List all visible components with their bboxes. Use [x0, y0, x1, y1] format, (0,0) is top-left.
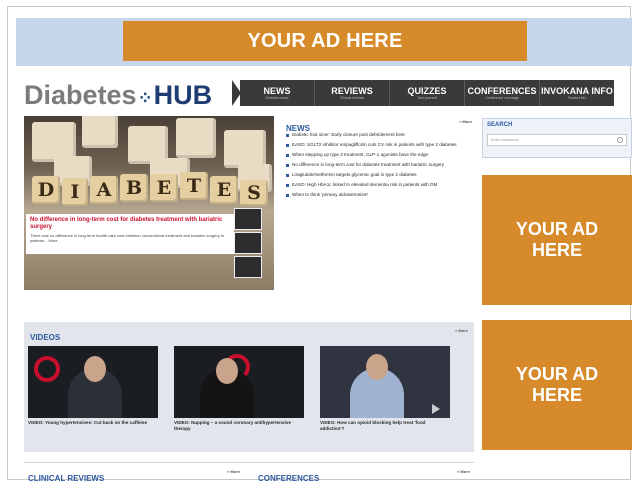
- thumbnail-image[interactable]: [234, 208, 262, 230]
- news-list: Diabetic foot ulcer: Early closure post …: [286, 131, 472, 201]
- logo-text-diabetes: Diabetes: [24, 80, 137, 110]
- nav-sublabel: Conference coverage: [485, 96, 519, 100]
- speaker-head: [366, 354, 388, 380]
- letter-tile: S: [240, 180, 268, 206]
- play-icon[interactable]: [432, 404, 440, 414]
- nav-sublabel: Test yourself: [417, 96, 437, 100]
- site-logo[interactable]: Diabetes ⁘ HUB: [24, 80, 212, 110]
- hero-summary: There was no difference in long-term hea…: [30, 233, 225, 243]
- nav-item-quizzes[interactable]: QUIZZES Test yourself: [390, 80, 465, 106]
- videos-section-header: VIDEOS » More: [30, 327, 468, 342]
- conferences-title: CONFERENCES: [258, 474, 320, 483]
- hero-caption[interactable]: No difference in long-term cost for diab…: [26, 214, 234, 254]
- letter-tile: I: [62, 178, 88, 206]
- thumbnail-image[interactable]: [234, 256, 262, 278]
- news-item[interactable]: No difference in long-term cost for diab…: [286, 161, 472, 168]
- nav-sublabel: Diabetes news: [265, 96, 289, 100]
- video-thumbnail[interactable]: [28, 346, 158, 418]
- nav-item-reviews[interactable]: REVIEWS Clinical reviews: [315, 80, 390, 106]
- search-title: SEARCH: [487, 122, 513, 128]
- letter-tile: B: [120, 174, 148, 202]
- news-section-header: NEWS » More: [286, 118, 472, 133]
- letter-tile: E: [210, 176, 238, 204]
- logo-dots-icon: ⁘: [137, 88, 153, 108]
- video-card[interactable]: VIDEO: How can opioid blocking help trea…: [320, 346, 450, 442]
- logo-text-hub: HUB: [153, 80, 213, 110]
- video-card[interactable]: VIDEO: Young hypertensives: Cut back on …: [28, 346, 158, 442]
- dice-cube-decoration: [176, 118, 216, 158]
- nav-sublabel: Clinical reviews: [339, 96, 365, 100]
- nav-item-invokana-info[interactable]: INVOKANA INFO Product info: [540, 80, 614, 106]
- video-card[interactable]: VIDEO: Napping – a sound coronary antihy…: [174, 346, 304, 442]
- clinical-reviews-title: CLINICAL REVIEWS: [28, 474, 105, 483]
- nav-label: INVOKANA INFO: [541, 86, 613, 96]
- news-more-link[interactable]: » More: [459, 119, 472, 124]
- letter-tile: A: [90, 176, 118, 204]
- clinical-reviews-more-link[interactable]: » More: [227, 469, 240, 474]
- hero-thumbnails: [234, 208, 264, 278]
- speaker-head: [84, 356, 106, 382]
- nav-label: CONFERENCES: [467, 86, 537, 96]
- news-item[interactable]: When stepping up type 2 treatment, GLP-1…: [286, 151, 472, 158]
- video-caption[interactable]: VIDEO: Young hypertensives: Cut back on …: [28, 420, 158, 426]
- divider: [24, 462, 474, 463]
- news-item[interactable]: EASD: SGLT2 inhibitor empagliflozin cuts…: [286, 141, 472, 148]
- video-caption[interactable]: VIDEO: Napping – a sound coronary antihy…: [174, 420, 304, 432]
- heart-logo-icon: [34, 356, 60, 382]
- main-nav: NEWS Diabetes news REVIEWS Clinical revi…: [240, 80, 614, 106]
- thumbnail-image[interactable]: [234, 232, 262, 254]
- nav-label: REVIEWS: [331, 86, 373, 96]
- dice-cube-decoration: [82, 116, 118, 148]
- speaker-head: [216, 358, 238, 384]
- search-input[interactable]: Enter keywords: [487, 134, 627, 146]
- videos-section-title: VIDEOS: [30, 333, 61, 342]
- search-placeholder: Enter keywords: [491, 137, 519, 142]
- videos-more-link[interactable]: » More: [455, 328, 468, 333]
- clinical-reviews-header: CLINICAL REVIEWS » More: [28, 468, 240, 483]
- letter-tile: T: [180, 172, 208, 200]
- side-ad-1[interactable]: YOUR AD HERE: [482, 175, 632, 305]
- video-thumbnail[interactable]: [174, 346, 304, 418]
- letter-tile: E: [150, 174, 178, 202]
- top-ad-banner[interactable]: YOUR AD HERE: [123, 21, 527, 61]
- dice-cube-decoration: [224, 130, 266, 168]
- nav-label: NEWS: [263, 86, 291, 96]
- search-panel: SEARCH Enter keywords: [482, 118, 632, 158]
- news-item[interactable]: Liraglutide/metformin targets glycemic g…: [286, 171, 472, 178]
- nav-item-conferences[interactable]: CONFERENCES Conference coverage: [465, 80, 540, 106]
- letter-tile: D: [32, 176, 60, 204]
- conferences-more-link[interactable]: » More: [457, 469, 470, 474]
- hero-feature[interactable]: D I A B E T E S No difference in long-te…: [24, 116, 274, 290]
- nav-item-news[interactable]: NEWS Diabetes news: [240, 80, 315, 106]
- hero-headline[interactable]: No difference in long-term cost for diab…: [30, 217, 230, 231]
- videos-section: VIDEOS » More VIDEO: Young hypertensives…: [24, 322, 474, 452]
- nav-sublabel: Product info: [567, 96, 587, 100]
- news-item[interactable]: Diabetic foot ulcer: Early closure post …: [286, 131, 472, 138]
- video-thumbnail[interactable]: [320, 346, 450, 418]
- conferences-header: CONFERENCES » More: [258, 468, 470, 483]
- side-ad-2[interactable]: YOUR AD HERE: [482, 320, 632, 450]
- video-caption[interactable]: VIDEO: How can opioid blocking help trea…: [320, 420, 450, 432]
- news-item[interactable]: EASD: High HbA1c linked to elevated deme…: [286, 181, 472, 188]
- search-icon[interactable]: [617, 137, 623, 143]
- nav-label: QUIZZES: [407, 86, 447, 96]
- news-item[interactable]: When to think 'primary aldosteronism': [286, 191, 472, 198]
